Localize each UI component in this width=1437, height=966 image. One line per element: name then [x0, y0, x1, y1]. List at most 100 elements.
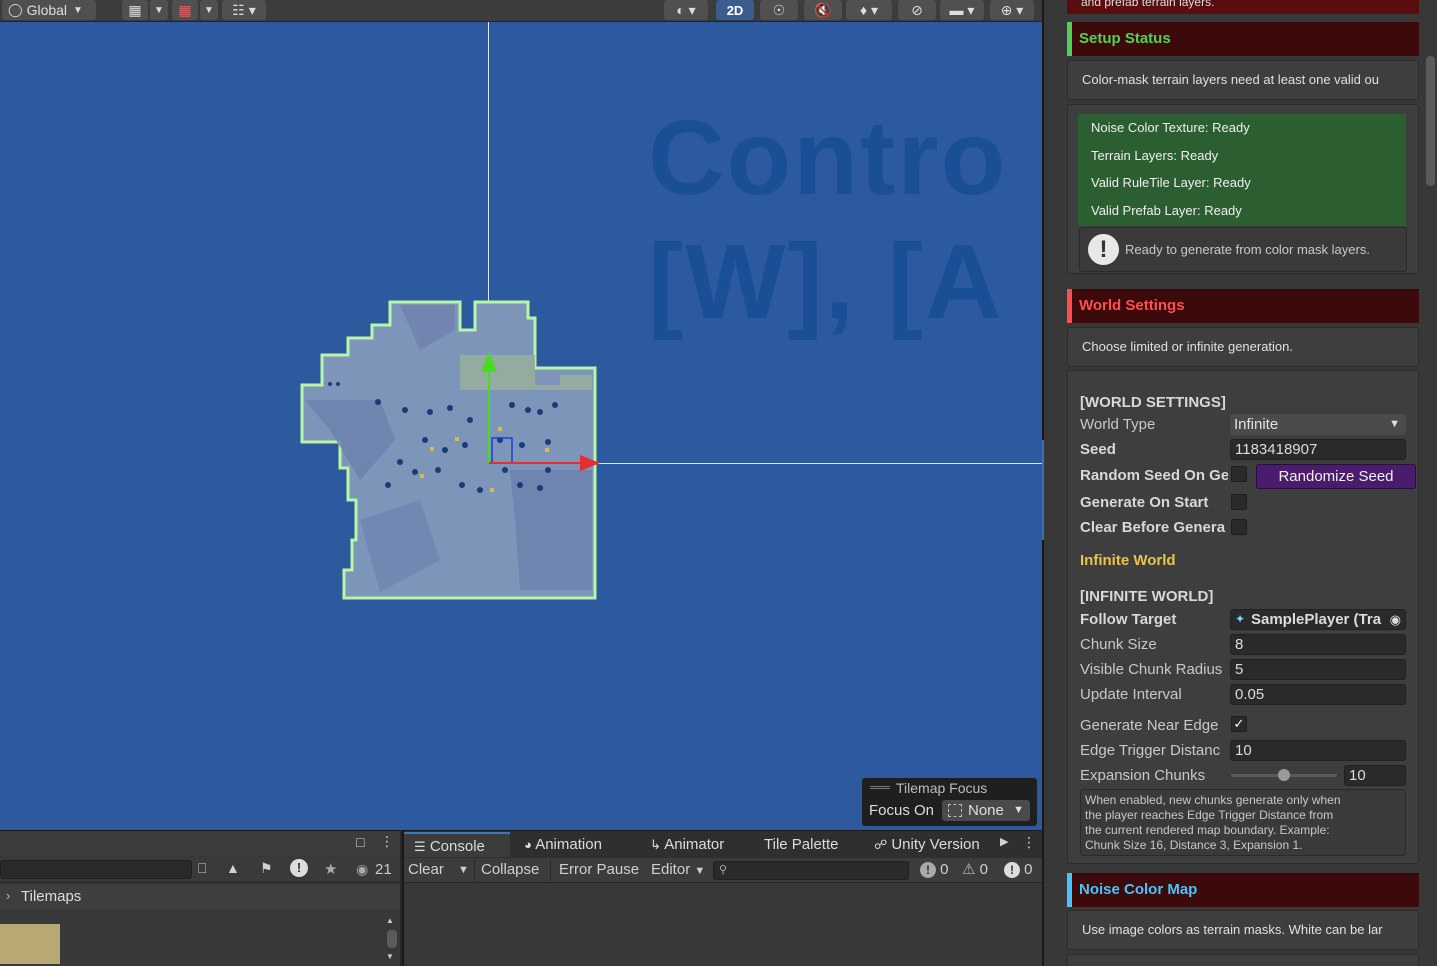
error-icon: ! [1004, 862, 1020, 878]
tilemap-focus-title: Tilemap Focus [896, 780, 988, 796]
expansion-chunks-input[interactable]: 10 [1344, 765, 1406, 786]
expansion-slider-track[interactable] [1231, 769, 1337, 781]
tab-animation[interactable]: ◕ Animation [524, 832, 602, 857]
warning-icon[interactable]: ! [290, 859, 308, 877]
hierarchy-panel: □ ⋮ ⎕ ▲ ⚑ ! ★ ◉ 21 › Tilemaps ▲ ▼ [0, 830, 400, 966]
noise-color-map-title: Noise Color Map [1079, 881, 1198, 898]
tilemap-focus-overlay: Tilemap Focus Focus On None ▼ [862, 778, 1037, 826]
grid-snap-icon[interactable]: ▦ [122, 0, 148, 20]
tab-animator[interactable]: ↳ Animator [650, 832, 724, 857]
editor-label: Editor [651, 861, 691, 878]
tab-console[interactable]: ☰ Console [404, 832, 510, 857]
hidden-objects-icon[interactable]: ⊘ [898, 0, 936, 20]
note-line: the current rendered map boundary. Examp… [1085, 823, 1330, 837]
setup-status-header[interactable]: Setup Status [1067, 22, 1419, 56]
clear-button[interactable]: Clear [408, 859, 444, 881]
error-pause-button[interactable]: Error Pause [559, 859, 639, 881]
focus-on-dropdown[interactable]: None ▼ [942, 800, 1030, 821]
visible-chunk-radius-input[interactable]: 5 [1230, 659, 1406, 680]
seed-input[interactable]: 1183418907 [1230, 439, 1406, 460]
random-seed-checkbox[interactable] [1231, 466, 1247, 482]
hierarchy-toolbar: ⎕ ▲ ⚑ ! ★ ◉ 21 [0, 857, 400, 883]
chunk-size-input[interactable]: 8 [1230, 634, 1406, 655]
generate-near-edge-checkbox[interactable]: ✓ [1231, 716, 1247, 732]
note-line: When enabled, new chunks generate only w… [1085, 793, 1341, 807]
ruler-icon[interactable]: ☷ ▾ [222, 0, 266, 20]
world-type-dropdown[interactable]: Infinite ▼ [1230, 414, 1406, 435]
edge-trigger-distance-label: Edge Trigger Distanc [1080, 742, 1221, 759]
inspector-scrollbar[interactable] [1426, 56, 1435, 186]
more-options-icon[interactable]: ⋮ [1022, 834, 1036, 851]
object-picker-icon[interactable]: ◉ [1389, 610, 1401, 629]
tilemap-island[interactable] [0, 0, 1042, 830]
info-icon: ! [1088, 234, 1119, 265]
focus-on-label: Focus On [869, 802, 935, 819]
section-accent-bar [1067, 289, 1072, 323]
tab-scroll-right-icon[interactable]: ▶ [1000, 835, 1008, 848]
chunk-size-label: Chunk Size [1080, 636, 1157, 653]
world-settings-header[interactable]: World Settings [1067, 289, 1419, 323]
note-line: Chunk Size 16, Distance 3, Expansion 1. [1085, 838, 1303, 852]
lighting-icon[interactable]: ☉ [760, 0, 798, 20]
editor-dropdown[interactable]: Editor ▼ [651, 859, 705, 881]
info-filter-button[interactable]: ! 0 [920, 859, 949, 881]
chevron-down-icon: ▼ [1013, 804, 1024, 816]
error-count: 0 [1024, 861, 1033, 878]
global-label: Global [26, 2, 68, 18]
expansion-slider-thumb[interactable] [1278, 769, 1290, 781]
ready-message: Ready to generate from color mask layers… [1125, 242, 1370, 257]
hidden-count: 21 [375, 861, 392, 878]
prefab-icon[interactable]: ▲ [226, 860, 240, 876]
grid-icon[interactable]: ▦ [172, 0, 198, 20]
global-toggle[interactable]: ◯ Global ▼ [2, 0, 96, 20]
lock-icon[interactable]: □ [356, 834, 364, 850]
tag-icon[interactable]: ⚑ [260, 860, 273, 877]
infinite-world-title: Infinite World [1080, 552, 1176, 569]
gizmos-icon[interactable]: ⊕ ▾ [990, 0, 1034, 20]
generate-on-start-checkbox[interactable] [1231, 494, 1247, 510]
chevron-down-icon[interactable]: ▼ [150, 0, 168, 20]
edge-trigger-distance-input[interactable]: 10 [1230, 740, 1406, 761]
eye-icon[interactable]: ◉ [356, 861, 368, 878]
randomize-seed-button[interactable]: Randomize Seed [1256, 464, 1416, 489]
mode-2d-button[interactable]: 2D [716, 0, 754, 20]
collapse-button[interactable]: Collapse [481, 859, 539, 881]
update-interval-input[interactable]: 0.05 [1230, 684, 1406, 705]
list-item[interactable]: › Tilemaps [0, 885, 400, 909]
world-settings-section-label: [WORLD SETTINGS] [1080, 394, 1226, 411]
chevron-down-icon[interactable]: ▼ [458, 859, 469, 881]
tab-unity-version[interactable]: ☍ Unity Version [874, 832, 998, 857]
version-control-icon: ☍ [874, 837, 888, 852]
console-search-input[interactable]: ⚲ [713, 861, 909, 880]
search-icon: ⚲ [719, 864, 728, 876]
globe-icon: ◯ [8, 2, 23, 17]
error-filter-button[interactable]: ! 0 [1004, 859, 1033, 881]
follow-target-field[interactable]: ✦ SamplePlayer (Tra ◉ [1230, 609, 1406, 630]
shading-mode-icon[interactable]: ◐ ▾ [664, 0, 708, 20]
drag-handle-icon[interactable] [870, 786, 890, 789]
splitter-accent [1042, 440, 1044, 540]
star-icon[interactable]: ★ [324, 860, 337, 878]
chevron-down-icon[interactable]: ▼ [200, 0, 218, 20]
camera-icon[interactable]: ▬ ▾ [940, 0, 984, 20]
tab-tile-palette[interactable]: Tile Palette [764, 832, 838, 857]
hierarchy-search-input[interactable] [0, 860, 192, 879]
scene-view[interactable]: Contro [W], [A ◯ Global ▼ ▦ ▼ ▦ ▼ ☷ ▾ ◐ … [0, 0, 1042, 830]
noise-color-map-header[interactable]: Noise Color Map [1067, 873, 1419, 907]
warning-filter-button[interactable]: ⚠ 0 [962, 859, 988, 881]
inspector-panel: and prefab terrain layers. Setup Status … [1042, 0, 1437, 966]
scrollbar[interactable]: ▲ ▼ [386, 916, 397, 964]
ready-message-box: ! Ready to generate from color mask laye… [1079, 227, 1407, 272]
audio-mute-icon[interactable]: 🔇 [804, 0, 842, 20]
scene-visibility-icon[interactable]: ⎕ [198, 860, 206, 877]
more-options-icon[interactable]: ⋮ [380, 833, 394, 850]
world-type-value: Infinite [1234, 416, 1279, 433]
effects-icon[interactable]: ♦ ▾ [846, 0, 892, 20]
clear-before-checkbox[interactable] [1231, 519, 1247, 535]
seed-label: Seed [1080, 441, 1116, 458]
setup-status-title: Setup Status [1079, 30, 1171, 47]
chevron-down-icon: ▼ [73, 4, 83, 16]
update-interval-label: Update Interval [1080, 686, 1182, 703]
random-seed-label: Random Seed On Ge [1080, 467, 1228, 484]
chevron-right-icon[interactable]: › [6, 888, 10, 903]
